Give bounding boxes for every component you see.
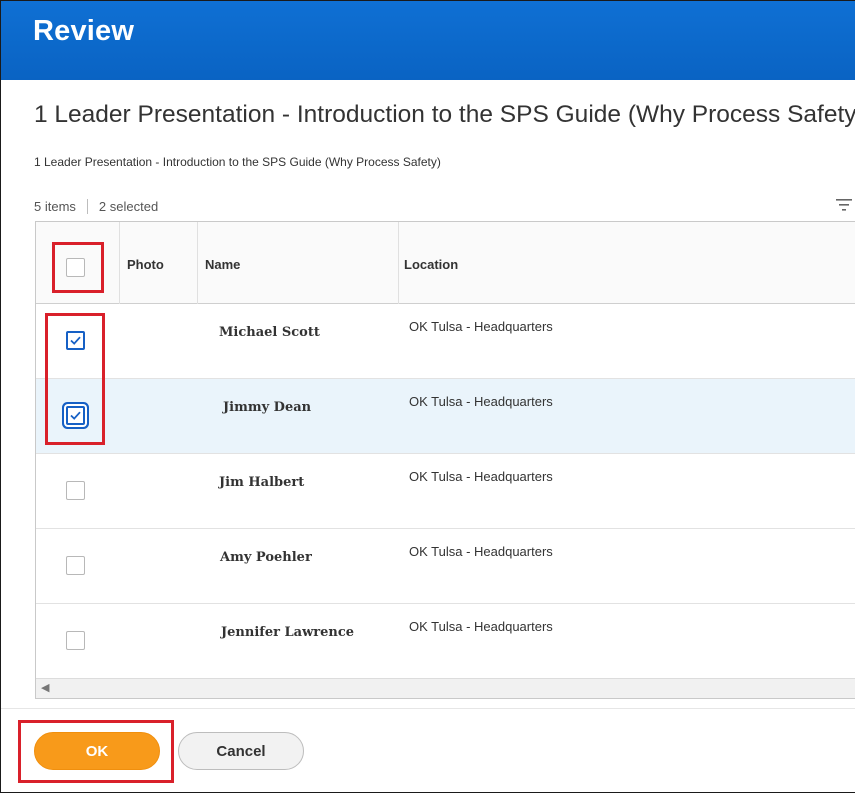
row-name[interactable]: Amy Poehler xyxy=(220,550,312,565)
column-header-photo[interactable]: Photo xyxy=(127,257,164,272)
cancel-button[interactable]: Cancel xyxy=(178,732,304,770)
selected-count: 2 selected xyxy=(98,199,159,214)
row-name[interactable]: Jim Halbert xyxy=(219,475,304,490)
row-name[interactable]: Jimmy Dean xyxy=(223,400,311,415)
count-divider xyxy=(86,199,88,214)
header-bar: Review xyxy=(1,1,855,80)
item-count: 5 items xyxy=(34,199,76,214)
page-subtitle: 1 Leader Presentation - Introduction to … xyxy=(34,155,441,169)
item-count-bar: 5 items 2 selected xyxy=(34,199,158,214)
row-checkbox[interactable] xyxy=(66,481,85,500)
row-name[interactable]: Michael Scott xyxy=(219,325,320,340)
table-row[interactable]: Jim Halbert OK Tulsa - Headquarters xyxy=(36,454,855,529)
row-location: OK Tulsa - Headquarters xyxy=(409,469,553,484)
annotation-highlight-ok-button xyxy=(18,720,174,783)
row-location: OK Tulsa - Headquarters xyxy=(409,394,553,409)
filter-icon[interactable] xyxy=(835,197,853,213)
table-row[interactable]: Michael Scott OK Tulsa - Headquarters xyxy=(36,304,855,379)
column-header-location[interactable]: Location xyxy=(404,257,458,272)
table-row[interactable]: Jennifer Lawrence OK Tulsa - Headquarter… xyxy=(36,604,855,679)
footer-divider xyxy=(1,708,855,709)
row-location: OK Tulsa - Headquarters xyxy=(409,619,553,634)
row-checkbox[interactable] xyxy=(66,556,85,575)
annotation-highlight-selected-rows xyxy=(45,313,105,445)
column-header-name[interactable]: Name xyxy=(205,257,240,272)
table-row[interactable]: Amy Poehler OK Tulsa - Headquarters xyxy=(36,529,855,604)
page-title: 1 Leader Presentation - Introduction to … xyxy=(34,101,855,128)
annotation-highlight-select-all xyxy=(52,242,104,293)
table-row[interactable]: Jimmy Dean OK Tulsa - Headquarters xyxy=(36,379,855,454)
grid-header-row: Photo Name Location xyxy=(36,222,855,304)
horizontal-scrollbar[interactable]: ◀ xyxy=(36,678,855,698)
row-name[interactable]: Jennifer Lawrence xyxy=(221,625,354,640)
row-checkbox[interactable] xyxy=(66,631,85,650)
row-location: OK Tulsa - Headquarters xyxy=(409,544,553,559)
review-dialog: Review 1 Leader Presentation - Introduct… xyxy=(0,0,855,793)
header-title: Review xyxy=(33,15,135,47)
row-location: OK Tulsa - Headquarters xyxy=(409,319,553,334)
scroll-left-icon[interactable]: ◀ xyxy=(41,681,49,694)
worker-grid: Photo Name Location Michael Scott OK Tul… xyxy=(35,221,855,699)
